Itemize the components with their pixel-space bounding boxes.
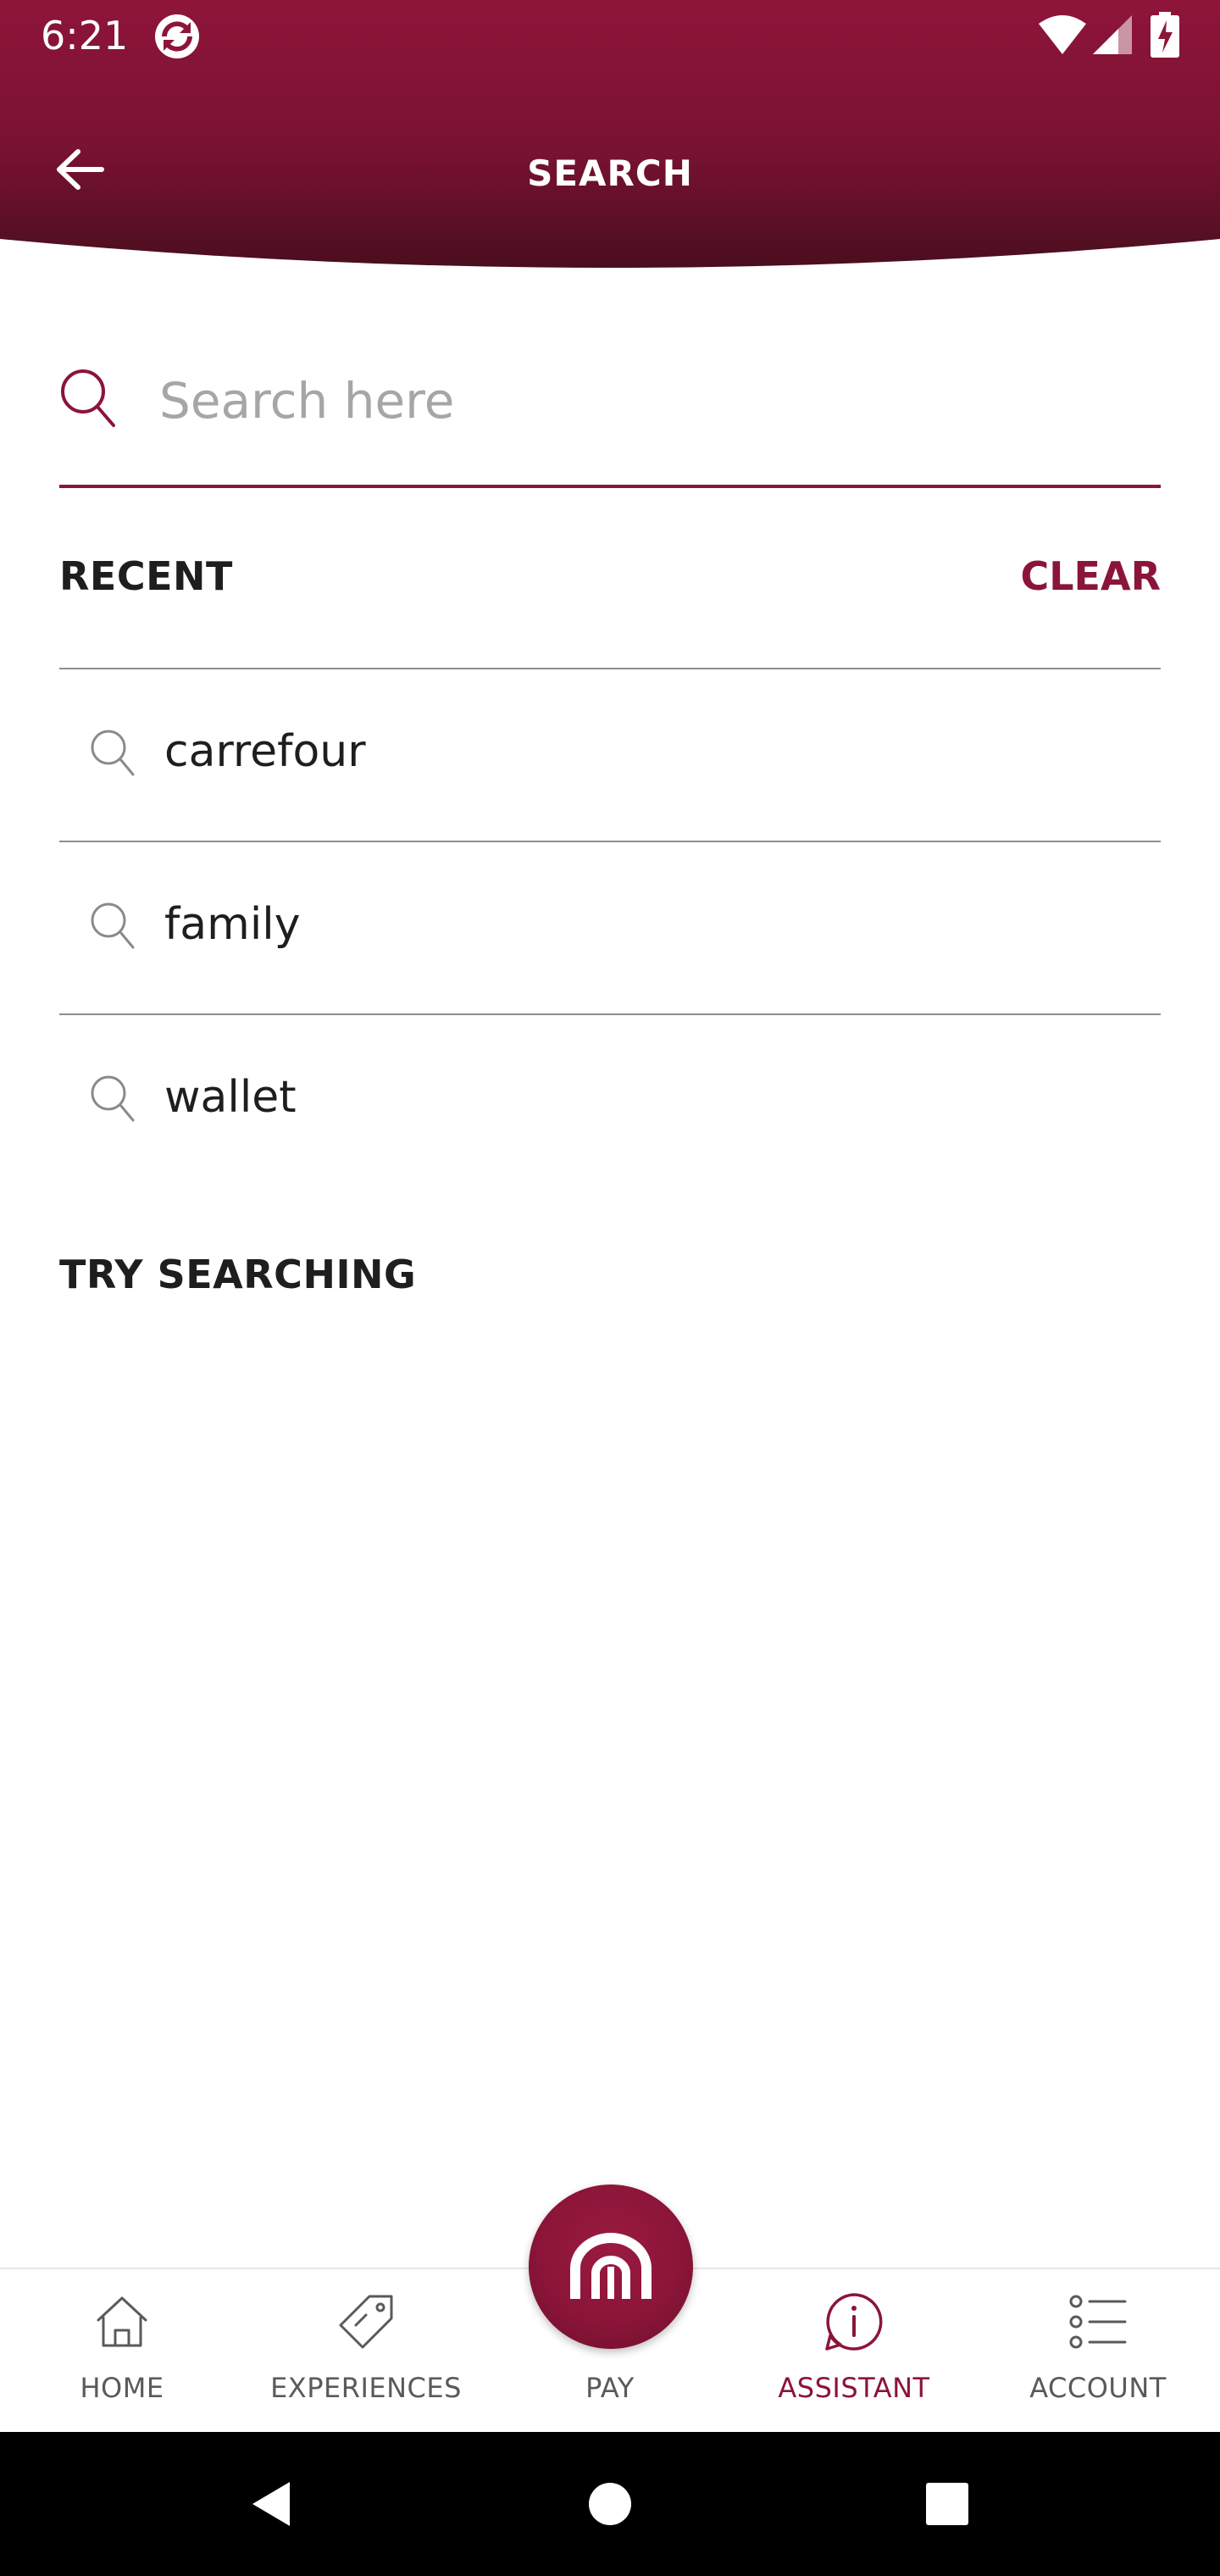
system-recents-button[interactable] — [913, 2470, 981, 2538]
recent-item-carrefour[interactable]: carrefour — [59, 668, 1161, 841]
nav-experiences[interactable]: EXPERIENCES — [244, 2269, 488, 2434]
page-title: SEARCH — [527, 153, 693, 194]
pay-button[interactable] — [529, 2185, 693, 2349]
home-circle-icon — [589, 2483, 631, 2525]
search-icon — [91, 730, 135, 776]
arrow-left-icon — [57, 149, 104, 190]
system-nav-bar — [0, 2432, 1220, 2576]
wifi-icon — [1039, 15, 1086, 54]
sync-icon — [155, 14, 199, 58]
nav-label: EXPERIENCES — [270, 2372, 462, 2404]
back-button[interactable] — [46, 136, 114, 203]
app-header: 6:21 SEARCH — [0, 0, 1220, 280]
recent-item-label: carrefour — [164, 726, 366, 777]
try-searching-heading: TRY SEARCHING — [59, 1252, 417, 1297]
nav-label: ACCOUNT — [1029, 2372, 1167, 2404]
recent-heading: RECENT — [59, 553, 233, 599]
system-home-button[interactable] — [576, 2470, 644, 2538]
info-bubble-icon — [825, 2293, 883, 2351]
recents-square-icon — [926, 2483, 968, 2525]
home-icon — [97, 2296, 147, 2347]
recent-item-wallet[interactable]: wallet — [59, 1013, 1161, 1186]
nav-label: HOME — [80, 2372, 164, 2404]
recent-item-label: family — [164, 899, 301, 950]
nav-home[interactable]: HOME — [0, 2269, 244, 2434]
search-input[interactable] — [159, 364, 1134, 437]
recent-item-label: wallet — [164, 1072, 297, 1123]
list-icon — [1069, 2295, 1127, 2349]
recent-list: carrefour family wallet — [59, 668, 1161, 1186]
pay-logo-icon — [570, 2233, 652, 2299]
tag-icon — [339, 2295, 393, 2349]
nav-account[interactable]: ACCOUNT — [976, 2269, 1220, 2434]
status-time: 6:21 — [41, 13, 129, 58]
system-back-button[interactable] — [237, 2470, 305, 2538]
signal-icon — [1093, 15, 1132, 54]
search-box — [59, 347, 1161, 488]
status-bar: 6:21 — [0, 0, 1220, 71]
nav-assistant[interactable]: ASSISTANT — [732, 2269, 976, 2434]
search-icon — [91, 902, 135, 949]
back-triangle-icon — [252, 2482, 290, 2526]
battery-charging-icon — [1151, 12, 1179, 58]
nav-label: PAY — [585, 2372, 635, 2404]
nav-label: ASSISTANT — [778, 2372, 930, 2404]
search-icon — [61, 369, 115, 427]
search-icon — [91, 1075, 135, 1122]
clear-button[interactable]: CLEAR — [1020, 551, 1161, 602]
recent-item-family[interactable]: family — [59, 841, 1161, 1013]
